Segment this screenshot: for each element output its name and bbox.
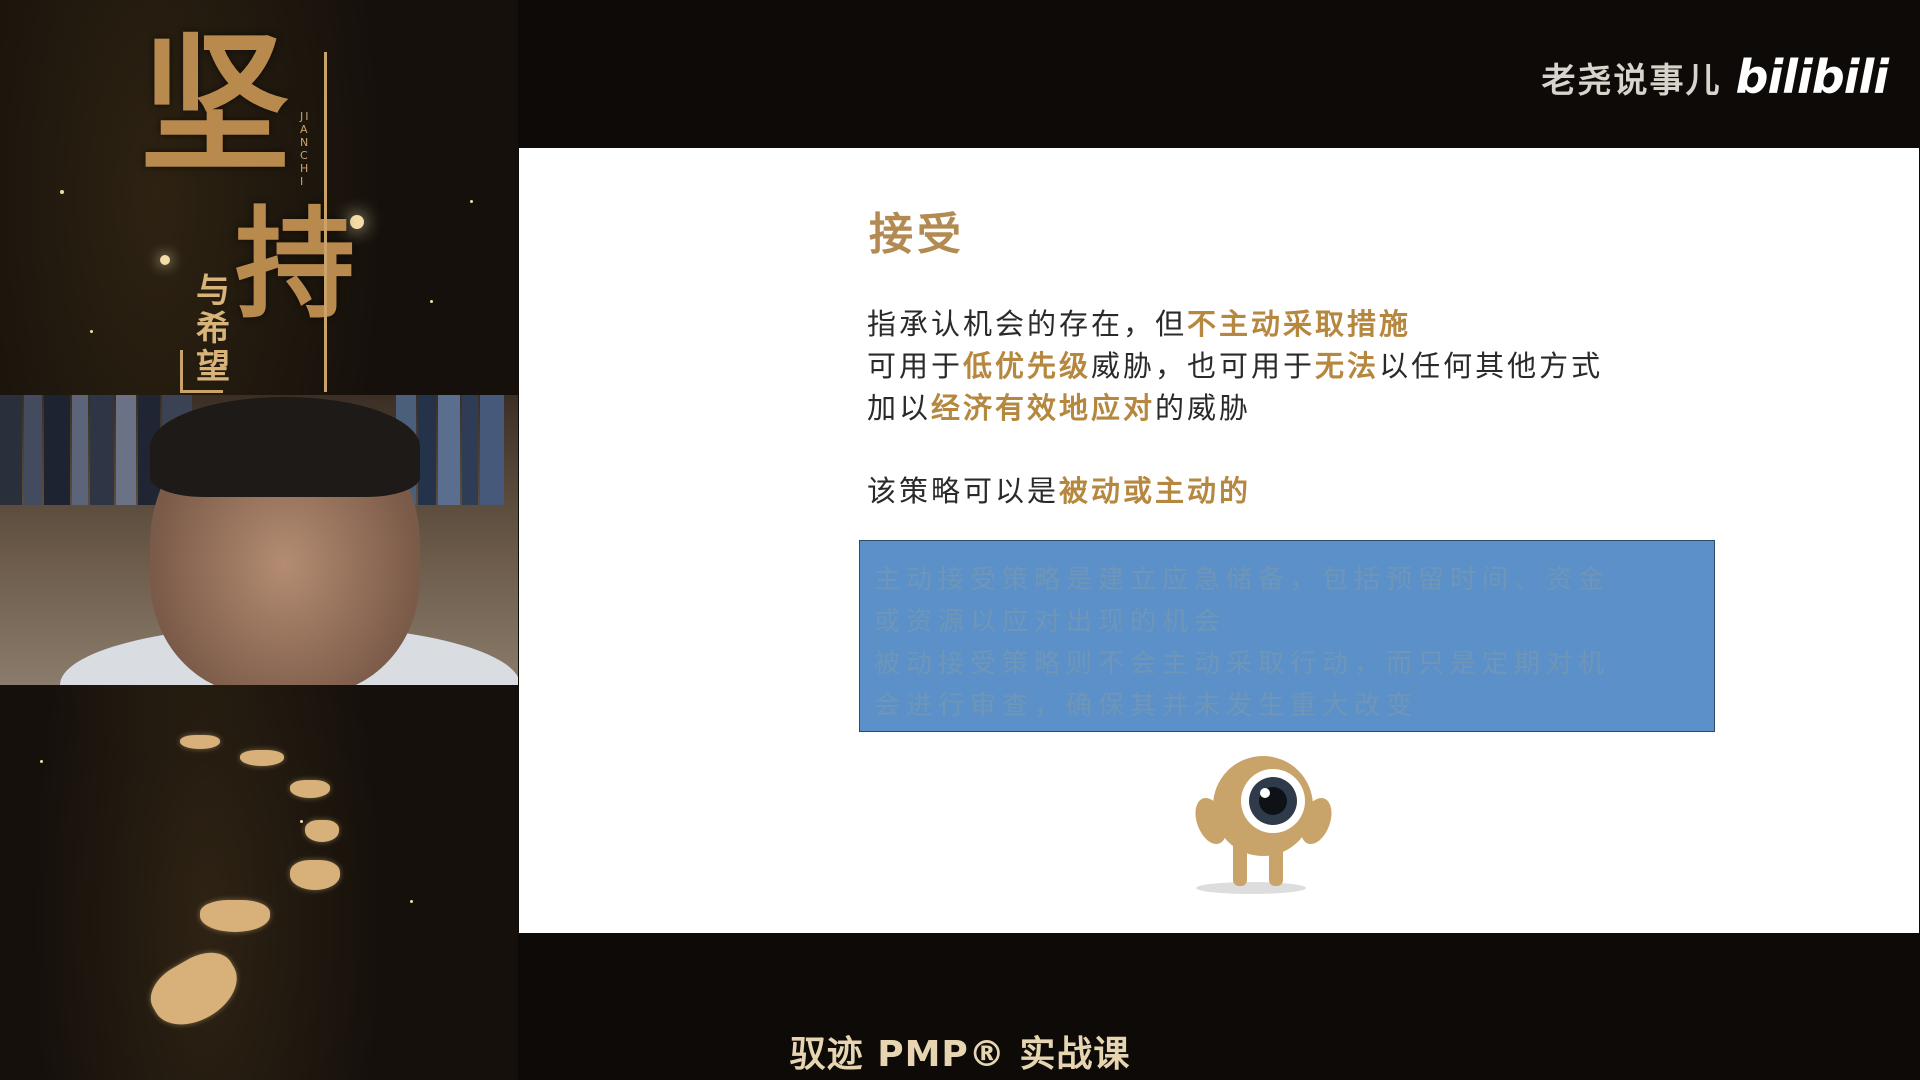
footprint-icon (180, 735, 220, 749)
slide-paragraph-4: 该策略可以是被动或主动的 (867, 470, 1251, 512)
poster-pinyin: JIANCHI (300, 110, 311, 188)
poster-bracket (312, 52, 327, 392)
paragraph-text: 可用于 (867, 349, 964, 383)
paragraph-text: 指承认机会的存在，但 (867, 307, 1188, 341)
sparkle (160, 255, 170, 265)
sparkle (410, 900, 413, 903)
box-line: 被动接受策略则不会主动采取行动，而只是定期对机 (874, 649, 1611, 679)
sparkle (60, 190, 64, 194)
slide-title: 接受 (869, 209, 965, 260)
poster-title-char-1: 坚 (140, 17, 291, 193)
sparkle (470, 200, 473, 203)
course-title: 驭迹 PMP® 实战课 (789, 1034, 1131, 1075)
paragraph-text: 的威胁 (1155, 391, 1252, 425)
channel-watermark: 老尧说事儿 bilibili (1541, 50, 1889, 104)
footprint-icon (305, 820, 339, 842)
eyeball-mascot-icon (1195, 756, 1332, 894)
footprint-icon (290, 780, 330, 798)
slide-paragraph-2: 可用于低优先级威胁，也可用于无法以任何其他方式 (867, 345, 1603, 387)
slide-info-box: 主动接受策略是建立应急储备，包括预留时间、资金 或资源以应对出现的机会 被动接受… (859, 540, 1715, 732)
sparkle (300, 820, 303, 823)
paragraph-text: 加以 (867, 391, 932, 425)
footprint-icon (290, 860, 340, 890)
slide-paragraph-3: 加以经济有效地应对的威胁 (867, 387, 1251, 429)
paragraph-highlight: 被动或主动的 (1059, 474, 1252, 508)
presentation-slide: 接受 指承认机会的存在，但不主动采取措施 可用于低优先级威胁，也可用于无法以任何… (519, 148, 1919, 933)
box-line: 或资源以应对出现的机会 (874, 607, 1227, 637)
poster-subtitle-char: 与 (196, 271, 230, 311)
paragraph-highlight: 不主动采取措施 (1187, 307, 1412, 341)
paragraph-text: 该策略可以是 (867, 474, 1060, 508)
slide-paragraph-1: 指承认机会的存在，但不主动采取措施 (867, 303, 1411, 345)
footprint-icon (200, 900, 270, 932)
sparkle (90, 330, 93, 333)
poster-sub-bracket (180, 350, 223, 393)
bilibili-logo: bilibili (1735, 50, 1889, 104)
footprint-icon (240, 750, 284, 766)
person-hair (150, 397, 420, 497)
sparkle (430, 300, 433, 303)
channel-name: 老尧说事儿 (1541, 60, 1722, 101)
poster-subtitle-char: 希 (196, 309, 230, 349)
paragraph-highlight: 无法 (1315, 349, 1380, 383)
sparkle (40, 760, 43, 763)
poster-title-char-2: 持 (235, 194, 355, 335)
footprint-icon (141, 941, 249, 1039)
webcam-feed (0, 395, 518, 685)
box-line: 会进行审查，确保其并未发生重大改变 (874, 691, 1419, 721)
paragraph-highlight: 低优先级 (963, 349, 1092, 383)
paragraph-text: 以任何其他方式 (1379, 349, 1604, 383)
paragraph-text: 威胁，也可用于 (1091, 349, 1316, 383)
paragraph-highlight: 经济有效地应对 (931, 391, 1156, 425)
box-line: 主动接受策略是建立应急储备，包括预留时间、资金 (874, 565, 1611, 595)
